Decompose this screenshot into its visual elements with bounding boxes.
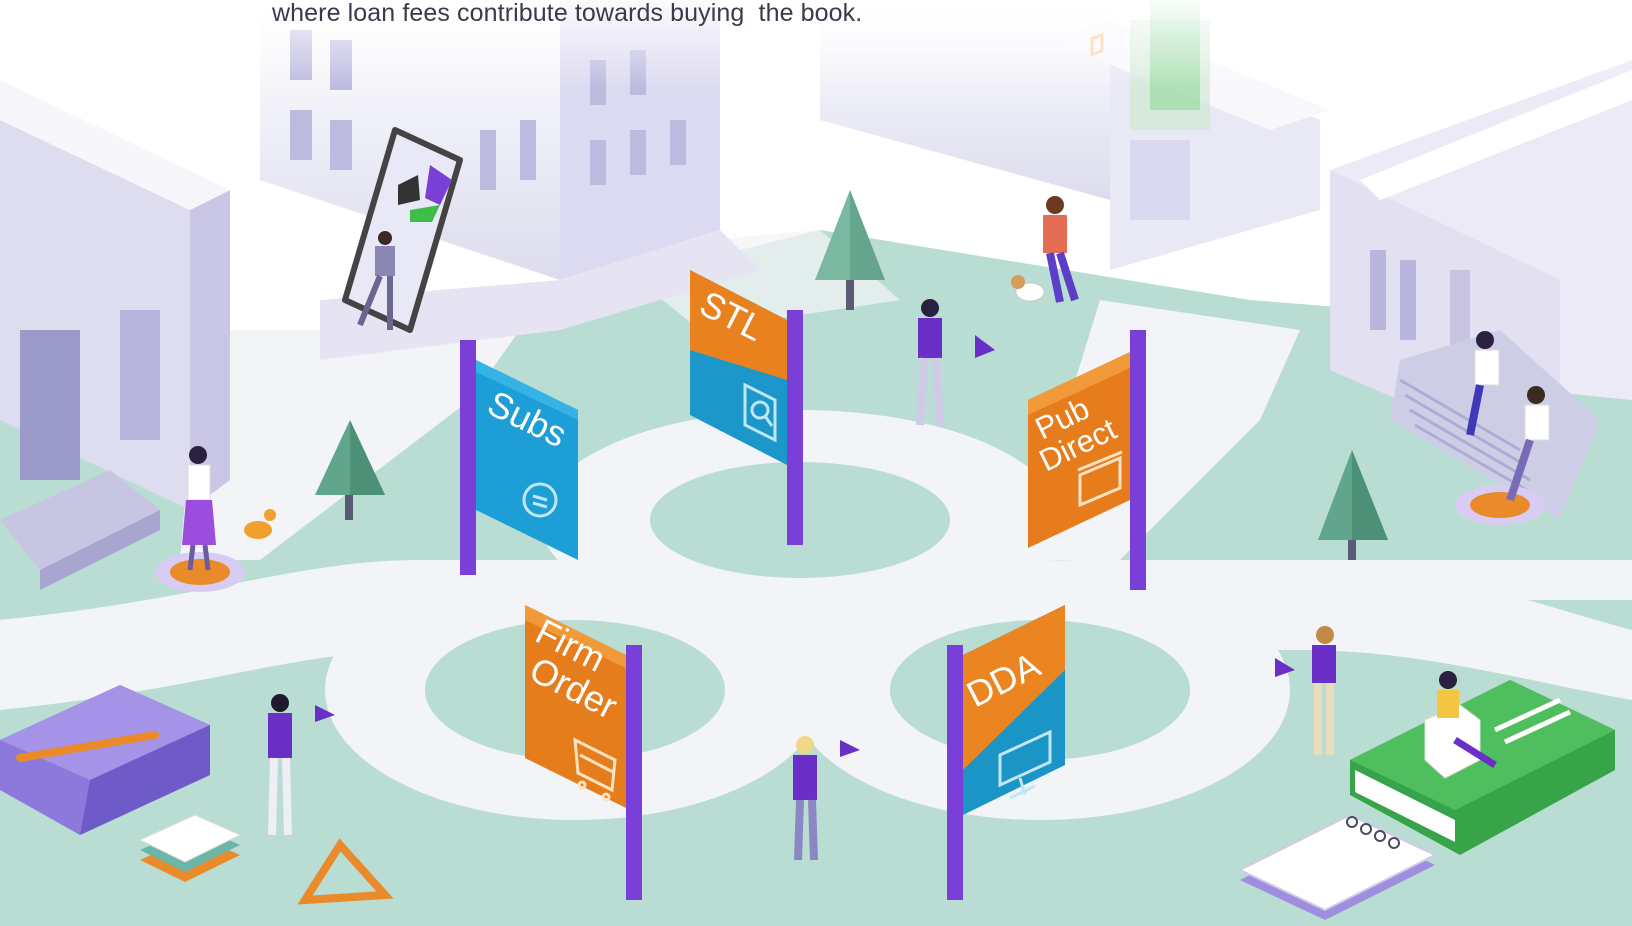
caption-text: where loan fees contribute towards buyin…: [272, 0, 863, 27]
campus-illustration: Subs STL Pub Direct Firm Order DDA: [0, 0, 1632, 926]
illustration-stage: where loan fees contribute towards buyin…: [0, 0, 1632, 926]
